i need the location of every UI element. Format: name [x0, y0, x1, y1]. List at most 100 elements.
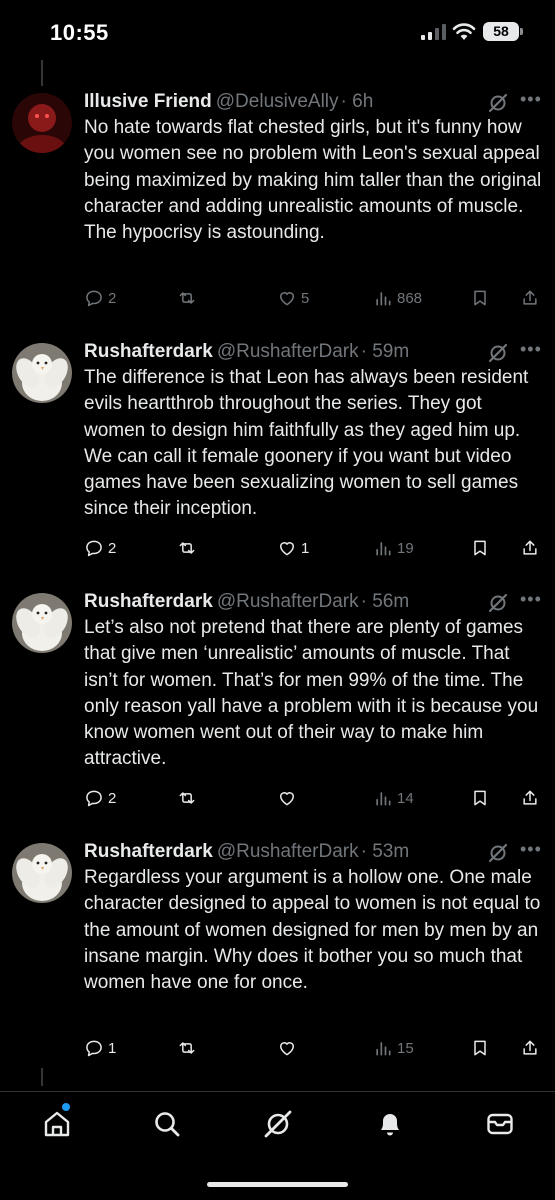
display-name[interactable]: Illusive Friend	[84, 91, 212, 112]
user-handle[interactable]: @RushafterDark	[217, 841, 359, 862]
tweet-header: Rushafterdark @RushafterDark · 59m	[84, 340, 409, 364]
action-bar: 2 1 19	[84, 537, 544, 559]
tweet-text: The difference is that Leon has always b…	[84, 367, 529, 520]
reply-button[interactable]: 2	[84, 537, 116, 559]
user-handle[interactable]: @DelusiveAlly	[216, 91, 339, 112]
home-icon[interactable]	[42, 1109, 72, 1139]
post-time[interactable]: · 59m	[361, 341, 410, 362]
bookmark-button[interactable]	[470, 787, 490, 809]
like-count: 5	[301, 289, 310, 307]
reply-icon	[86, 290, 102, 307]
grok-icon[interactable]	[488, 343, 508, 363]
tweet-text: Let’s also not pretend that there are pl…	[84, 617, 539, 770]
bookmark-icon	[474, 790, 486, 806]
views-button[interactable]: 14	[373, 787, 414, 809]
views-button[interactable]: 868	[373, 287, 422, 309]
bookmark-icon	[474, 540, 486, 556]
display-name[interactable]: Rushafterdark	[84, 841, 213, 862]
share-button[interactable]	[520, 537, 540, 559]
bookmark-button[interactable]	[470, 287, 490, 309]
views-icon	[376, 792, 391, 806]
share-button[interactable]	[520, 287, 540, 309]
bookmark-button[interactable]	[470, 1037, 490, 1059]
repost-icon	[179, 292, 195, 304]
post-time[interactable]: · 6h	[341, 91, 374, 112]
views-button[interactable]: 15	[373, 1037, 414, 1059]
repost-icon	[179, 1042, 195, 1054]
tweet-4[interactable]: Rushafterdark @RushafterDark · 53m ••• Reg…	[0, 840, 555, 1060]
repost-icon	[179, 792, 195, 804]
search-icon[interactable]	[152, 1109, 182, 1139]
grok-icon[interactable]	[263, 1109, 293, 1139]
like-button[interactable]: 5	[277, 287, 309, 309]
like-icon	[280, 1042, 294, 1056]
grok-icon[interactable]	[488, 593, 508, 613]
home-indicator[interactable]	[207, 1182, 348, 1187]
tweet-3[interactable]: Rushafterdark @RushafterDark · 56m ••• Let…	[0, 590, 555, 810]
share-button[interactable]	[520, 787, 540, 809]
like-button[interactable]	[277, 787, 301, 809]
display-name[interactable]: Rushafterdark	[84, 591, 213, 612]
post-time[interactable]: · 56m	[361, 591, 410, 612]
share-icon	[523, 1040, 537, 1055]
avatar-image	[12, 343, 72, 403]
action-bar: 2 5 868	[84, 287, 544, 309]
display-name[interactable]: Rushafterdark	[84, 341, 213, 362]
views-icon	[376, 292, 391, 306]
like-button[interactable]	[277, 1037, 301, 1059]
bookmark-button[interactable]	[470, 537, 490, 559]
post-time[interactable]: · 53m	[361, 841, 410, 862]
notifications-icon[interactable]	[375, 1109, 405, 1139]
like-icon	[280, 542, 294, 556]
tweet-2[interactable]: Rushafterdark @RushafterDark · 59m ••• The…	[0, 340, 555, 560]
reply-count: 2	[108, 789, 117, 807]
user-handle[interactable]: @RushafterDark	[217, 591, 359, 612]
avatar-image	[12, 843, 72, 903]
like-icon	[280, 792, 294, 806]
avatar[interactable]	[12, 93, 72, 153]
thread-line	[41, 60, 43, 86]
reply-button[interactable]: 2	[84, 287, 116, 309]
avatar[interactable]	[12, 843, 72, 903]
reply-button[interactable]: 1	[84, 1037, 116, 1059]
more-icon[interactable]: •••	[520, 90, 542, 112]
user-handle[interactable]: @RushafterDark	[217, 341, 359, 362]
signal-icon	[421, 24, 446, 40]
views-icon	[376, 542, 391, 556]
views-icon	[376, 1042, 391, 1056]
more-icon[interactable]: •••	[520, 340, 542, 362]
share-button[interactable]	[520, 1037, 540, 1059]
avatar-image	[12, 93, 72, 153]
avatar[interactable]	[12, 343, 72, 403]
grok-icon[interactable]	[488, 843, 508, 863]
action-bar: 1 15	[84, 1037, 544, 1059]
like-button[interactable]: 1	[277, 537, 309, 559]
bottom-tab-bar	[0, 1092, 555, 1160]
status-time: 10:55	[50, 20, 109, 45]
wifi-icon	[452, 23, 476, 40]
grok-icon[interactable]	[488, 93, 508, 113]
reply-button[interactable]: 2	[84, 787, 116, 809]
views-count: 868	[397, 289, 423, 307]
more-icon[interactable]: •••	[520, 590, 542, 612]
repost-icon	[179, 542, 195, 554]
bookmark-icon	[474, 1040, 486, 1056]
reply-icon	[86, 1040, 102, 1057]
new-posts-indicator	[62, 1103, 70, 1111]
tweet-header: Rushafterdark @RushafterDark · 56m	[84, 590, 409, 614]
repost-button[interactable]	[177, 287, 201, 309]
tweet-1[interactable]: Illusive Friend @DelusiveAlly · 6h ••• No …	[0, 90, 555, 310]
action-bar: 2 14	[84, 787, 544, 809]
reply-icon	[86, 540, 102, 557]
tweet-text: Regardless your argument is a hollow one…	[84, 867, 541, 994]
repost-button[interactable]	[177, 537, 201, 559]
tweet-header: Rushafterdark @RushafterDark · 53m	[84, 840, 409, 864]
more-icon[interactable]: •••	[520, 840, 542, 862]
views-button[interactable]: 19	[373, 537, 414, 559]
messages-icon[interactable]	[485, 1109, 515, 1139]
bookmark-icon	[474, 290, 486, 306]
avatar[interactable]	[12, 593, 72, 653]
repost-button[interactable]	[177, 787, 201, 809]
share-icon	[523, 540, 537, 555]
repost-button[interactable]	[177, 1037, 201, 1059]
